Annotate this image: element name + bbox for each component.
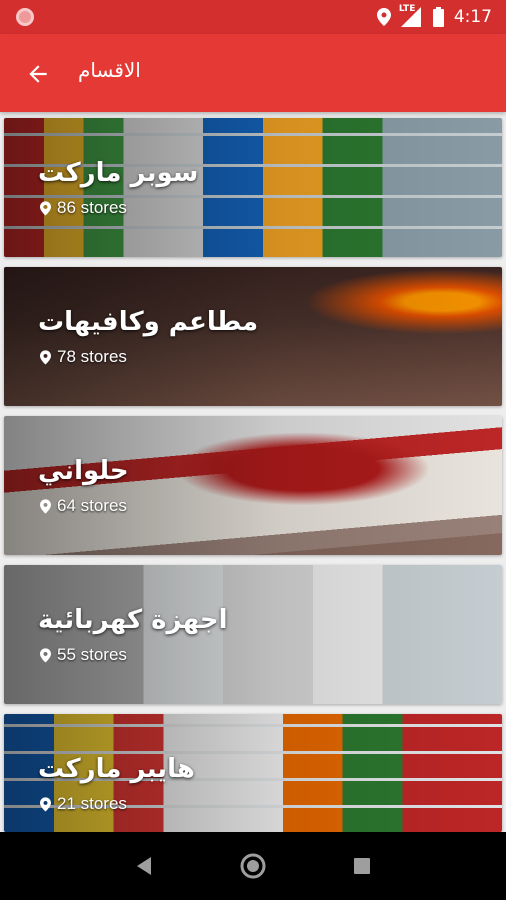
clock: 4:17 — [453, 7, 492, 27]
status-bar: LTE 4:17 — [0, 0, 506, 34]
location-pin-icon — [40, 498, 51, 514]
battery-icon — [432, 7, 444, 27]
system-nav-bar — [0, 832, 506, 900]
location-pin-icon — [40, 349, 51, 365]
recents-square-icon — [353, 858, 370, 874]
location-pin-icon — [40, 647, 51, 663]
notification-icon — [16, 8, 34, 26]
home-circle-icon — [240, 853, 266, 879]
store-count-label: 64 stores — [57, 496, 127, 515]
category-title: اجهزة كهربائية — [38, 605, 228, 635]
store-count: 86 stores — [40, 198, 127, 218]
store-count-label: 21 stores — [57, 794, 127, 813]
back-button[interactable] — [20, 56, 56, 92]
category-card-hypermarket[interactable]: هايبر ماركت 21 stores — [4, 714, 502, 832]
app-bar: الاقسام — [0, 34, 506, 112]
store-count: 55 stores — [40, 645, 127, 665]
nav-back-button[interactable] — [124, 846, 164, 886]
back-triangle-icon — [137, 857, 152, 875]
category-title: سوبر ماركت — [38, 158, 199, 188]
category-title: مطاعم وكافيهات — [38, 307, 259, 337]
category-card-dessert[interactable]: حلواني 64 stores — [4, 416, 502, 555]
location-icon — [376, 8, 391, 26]
category-title: حلواني — [38, 456, 129, 486]
signal-icon: LTE — [398, 4, 423, 27]
store-count-label: 78 stores — [57, 347, 127, 366]
arrow-back-icon — [29, 65, 47, 83]
store-count: 64 stores — [40, 496, 127, 516]
store-count: 21 stores — [40, 794, 127, 814]
category-card-appliances[interactable]: اجهزة كهربائية 55 stores — [4, 565, 502, 704]
nav-recents-button[interactable] — [342, 846, 382, 886]
page-title: الاقسام — [78, 58, 141, 82]
category-card-restaurant[interactable]: مطاعم وكافيهات 78 stores — [4, 267, 502, 406]
store-count: 78 stores — [40, 347, 127, 367]
category-card-supermarket[interactable]: سوبر ماركت 86 stores — [4, 118, 502, 257]
nav-home-button[interactable] — [233, 846, 273, 886]
category-title: هايبر ماركت — [38, 754, 195, 784]
location-pin-icon — [40, 200, 51, 216]
status-icons: LTE 4:17 — [376, 0, 492, 34]
category-list: سوبر ماركت 86 stores مطاعم وكافيهات 78 s… — [0, 116, 506, 832]
location-pin-icon — [40, 796, 51, 812]
store-count-label: 86 stores — [57, 198, 127, 217]
network-label: LTE — [398, 4, 416, 14]
store-count-label: 55 stores — [57, 645, 127, 664]
